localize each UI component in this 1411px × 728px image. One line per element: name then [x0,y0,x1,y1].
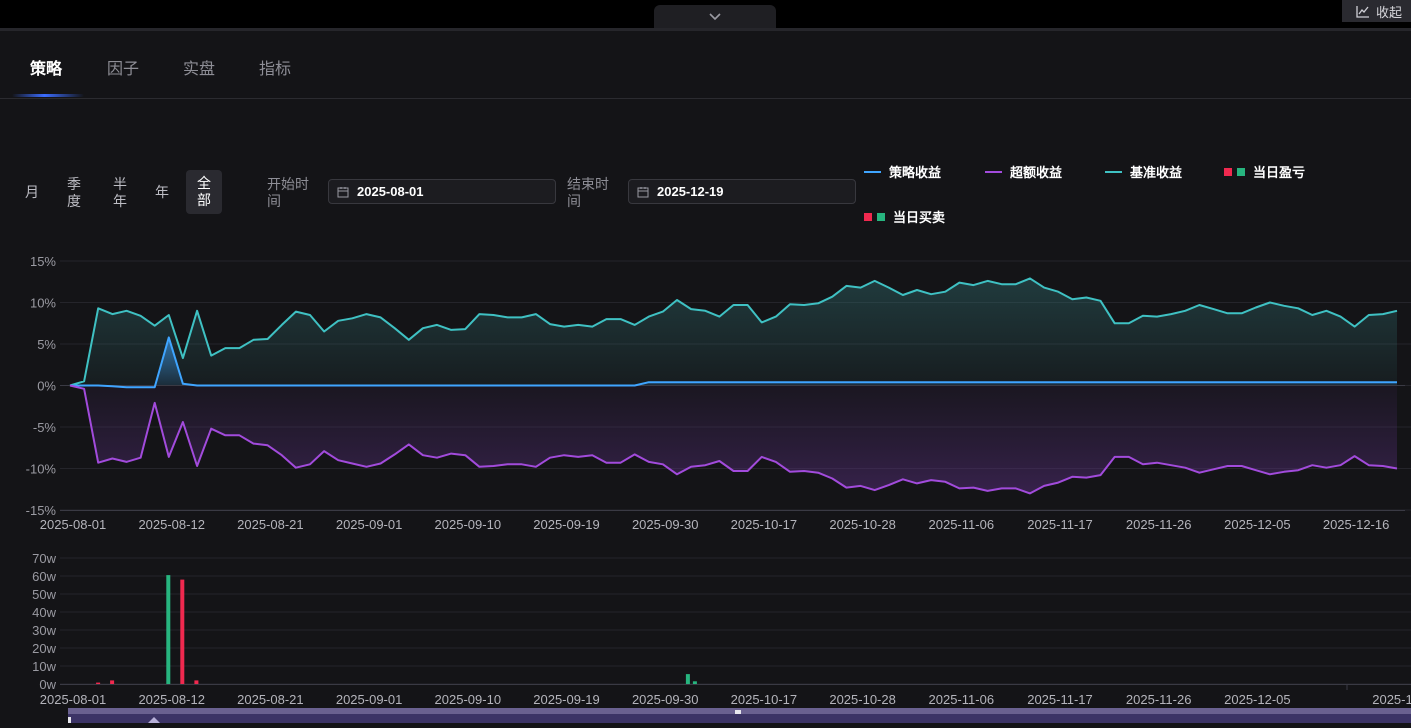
top-bar: 收起 [0,0,1411,31]
x-tick-label: 2025-12 [1372,692,1411,707]
x-tick-label: 2025-10-17 [731,517,798,532]
y-tick-label: 0w [39,677,56,692]
x-tick-label: 2025-11-06 [929,692,995,707]
period-year-button[interactable]: 年 [152,184,172,201]
period-halfyear-button[interactable]: 半 年 [108,176,132,210]
legend-label: 超额收益 [1010,165,1063,180]
legend-line-swatch [864,170,881,173]
area-基准收益 [70,278,1397,386]
volume-bar[interactable] [110,680,115,684]
y-tick-label: -10% [26,462,57,477]
chevron-down-icon [709,12,721,20]
end-date-input[interactable]: 2025-12-19 [628,179,856,204]
x-tick-label: 2025-08-12 [138,692,205,707]
y-tick-label: 20w [32,641,56,656]
x-tick-label: 2025-08-21 [237,692,304,707]
x-tick-label: 2025-10-28 [829,517,896,532]
y-tick-label: 60w [32,569,56,584]
data-zoom-slider[interactable] [68,708,1411,723]
y-tick-label: 10% [30,296,56,311]
x-tick-label: 2025-11-26 [1126,692,1192,707]
x-tick-label: 2025-10-17 [731,692,798,707]
x-tick-label: 2025-11-26 [1126,517,1192,532]
volume-bar[interactable] [692,681,697,684]
collapse-label: 收起 [1376,4,1403,20]
x-tick-label: 2025-09-01 [336,517,403,532]
x-tick-label: 2025-09-30 [632,517,699,532]
x-tick-label: 2025-08-01 [40,517,107,532]
calendar-icon [337,186,349,197]
x-tick-label: 2025-08-21 [237,517,304,532]
legend-strategy-return[interactable]: 策略收益 [864,162,941,181]
y-tick-label: -15% [26,503,57,518]
zoom-slider-track [68,708,1411,723]
x-tick-label: 2025-11-17 [1027,692,1093,707]
collapse-toggle-button[interactable] [654,5,776,28]
x-tick-label: 2025-11-17 [1027,517,1093,532]
start-date-input[interactable]: 2025-08-01 [328,179,556,204]
collapse-panel-button[interactable]: 收起 [1342,0,1411,22]
end-date-value: 2025-12-19 [657,184,724,199]
x-tick-label: 2025-12-05 [1224,692,1291,707]
x-tick-label: 2025-09-10 [435,517,502,532]
y-tick-label: 5% [37,337,56,352]
x-tick-label: 2025-09-19 [533,692,600,707]
legend-square-swatch [864,212,885,221]
start-date-value: 2025-08-01 [357,184,424,199]
tab-live[interactable]: 实盘 [183,55,215,79]
period-month-button[interactable]: 月 [22,184,42,201]
volume-bar[interactable] [96,682,101,684]
legend-label: 当日买卖 [893,210,946,225]
legend-label: 当日盈亏 [1253,165,1306,180]
x-tick-label: 2025-12-16 [1323,517,1390,532]
returns-chart[interactable]: 15% 10% 5% 0% -5% -10% -15% 70w 60w 50w 40w 30w 20w 1… [0,245,1411,707]
y-tick-label: 70w [32,551,56,566]
active-tab-indicator [12,94,84,97]
legend-benchmark-return[interactable]: 基准收益 [1105,162,1182,181]
x-tick-label: 2025-09-10 [435,692,502,707]
x-tick-label: 2025-10-28 [829,692,896,707]
legend-daily-pnl[interactable]: 当日盈亏 [1224,162,1305,181]
legend-excess-return[interactable]: 超额收益 [985,162,1062,181]
x-tick-label: 2025-11-06 [929,517,995,532]
legend-line-swatch [985,170,1002,173]
x-tick-label: 2025-09-30 [632,692,699,707]
legend-label: 策略收益 [889,165,942,180]
start-time-label: 开始时 间 [267,176,309,209]
y-tick-label: 30w [32,623,56,638]
x-tick-label: 2025-09-19 [533,517,600,532]
volume-bar[interactable] [194,680,199,684]
tab-bar: 策略 因子 实盘 指标 [0,31,1411,99]
end-time-label: 结束时 间 [567,176,609,209]
volume-bar[interactable] [166,575,171,684]
y-tick-label: 50w [32,587,56,602]
x-tick-label: 2025-12-05 [1224,517,1291,532]
x-tick-label: 2025-09-01 [336,692,403,707]
y-tick-label: 10w [32,659,56,674]
volume-bar[interactable] [180,579,185,684]
area-超额收益 [70,385,1397,494]
period-all-button[interactable]: 全 部 [186,170,222,214]
legend-daily-trade[interactable]: 当日买卖 [864,207,945,226]
trend-chart-icon [1356,5,1369,18]
x-tick-label: 2025-08-12 [138,517,205,532]
tab-metrics[interactable]: 指标 [259,55,291,79]
legend-line-swatch [1105,170,1122,173]
volume-bar[interactable] [685,674,690,684]
legend-square-swatch [1224,167,1245,176]
y-tick-label: 0% [37,379,56,394]
tab-factor[interactable]: 因子 [107,55,139,79]
period-quarter-button[interactable]: 季 度 [62,176,86,210]
y-tick-label: 40w [32,605,56,620]
y-tick-label: -5% [33,420,57,435]
tab-strategy[interactable]: 策略 [30,55,62,79]
legend-label: 基准收益 [1130,165,1183,180]
y-tick-label: 15% [30,254,56,269]
x-tick-label: 2025-08-01 [40,692,107,707]
calendar-icon [637,186,649,197]
